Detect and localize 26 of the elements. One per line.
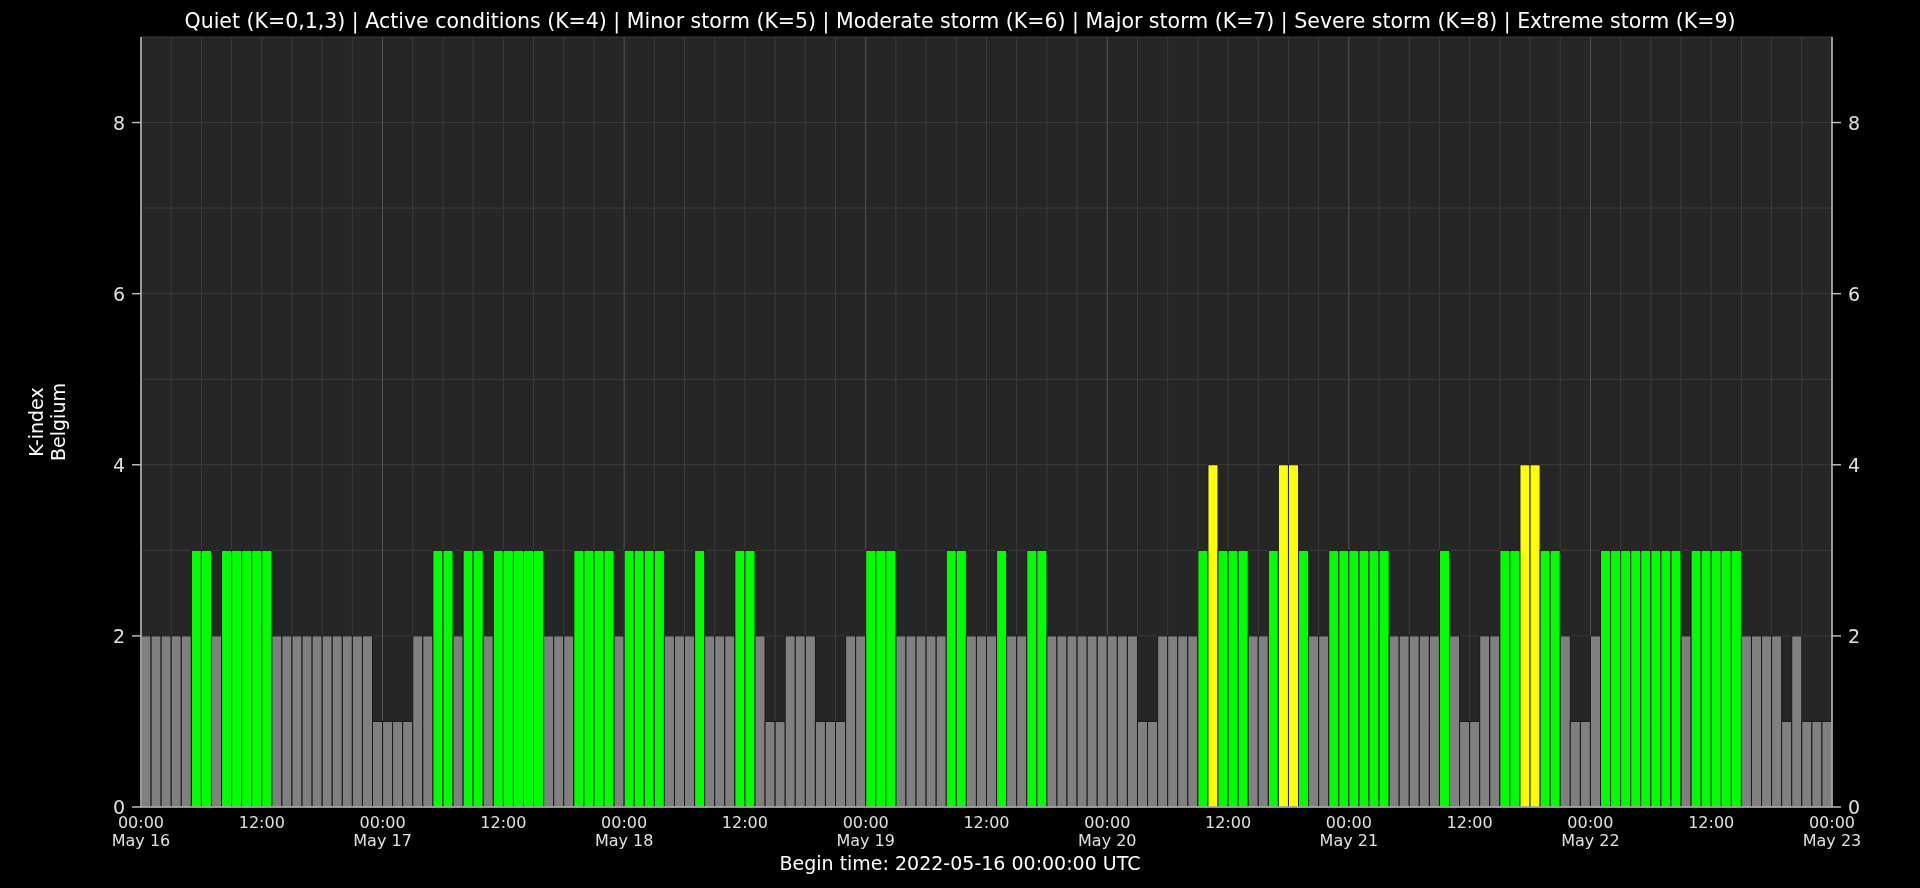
x-tick-label: 12:00 [1446, 813, 1493, 832]
x-tick-label: 00:00 May 17 [353, 813, 412, 850]
x-tick-label: 12:00 [721, 813, 768, 832]
x-tick-label: 00:00 May 20 [1078, 813, 1137, 850]
x-tick-label: 12:00 [1205, 813, 1252, 832]
y-tick-label: 8 [1848, 111, 1861, 134]
x-tick-label: 00:00 May 19 [836, 813, 895, 850]
x-tick-label: 00:00 May 18 [594, 813, 654, 850]
x-tick-label: 12:00 [1688, 813, 1735, 832]
y-tick-label: 4 [112, 453, 125, 476]
x-tick-label: 12:00 [480, 813, 527, 832]
y-tick-label: 8 [112, 111, 125, 134]
x-axis-title: Begin time: 2022-05-16 00:00:00 UTC [779, 852, 1141, 874]
x-tick-label: 00:00 May 23 [1802, 813, 1862, 850]
chart-title: Quiet (K=0,1,3) | Active conditions (K=4) | Minor storm (K=5) | Moderate storm (K=6) | Major storm (K=7) | Severe storm (K=8) | Extreme storm (K=9) [184, 9, 1736, 33]
y-tick-label: 4 [1848, 453, 1861, 476]
y-tick-label: 2 [1848, 624, 1861, 647]
y-axis-title: K-index Belgium [25, 383, 69, 461]
y-tick-label: 6 [1848, 282, 1861, 305]
x-tick-label: 00:00 May 16 [111, 813, 171, 850]
y-tick-label: 6 [112, 282, 125, 305]
y-tick-label: 2 [112, 624, 125, 647]
x-tick-label: 00:00 May 21 [1319, 813, 1379, 850]
x-tick-label: 00:00 May 22 [1561, 813, 1620, 850]
x-tick-label: 12:00 [963, 813, 1010, 832]
x-tick-label: 12:00 [238, 813, 285, 832]
